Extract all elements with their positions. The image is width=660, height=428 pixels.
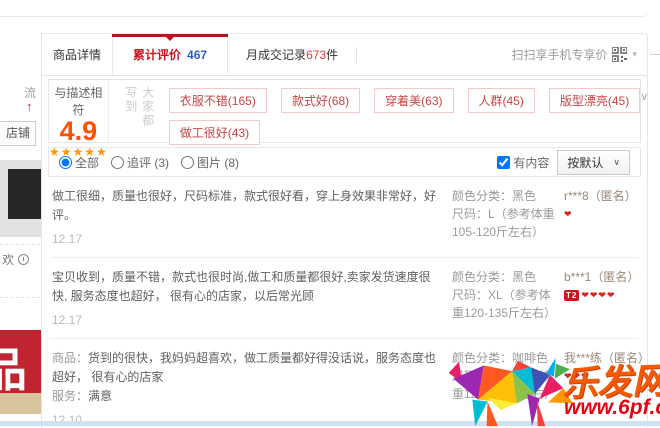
vip-hearts-icon: ❤❤❤❤ [581, 290, 615, 301]
sku-size: 尺码：L（参考体重105-120斤左右） [452, 205, 558, 241]
review-user: 我***练（匿名） ❤❤❤ [564, 349, 637, 428]
filter-radio-label: 图片 (8) [197, 154, 239, 171]
tab-cumulative-reviews[interactable]: 累计评价 467 [112, 34, 228, 75]
vip-hearts-icon: ❤❤❤ [564, 371, 590, 382]
tab-product-detail[interactable]: 商品详情 [42, 34, 112, 75]
tag-cloud: 衣服不错(165) 款式好(68) 穿着美(63) 人群(45) 版型漂亮(45… [169, 80, 640, 142]
sku-color: 颜色分类：黑色 [452, 187, 558, 205]
dashed-line [650, 54, 660, 55]
seal-glyph: 品 [0, 334, 27, 393]
review-date: 12.17 [52, 230, 444, 249]
chevron-down-icon[interactable]: ∨ [640, 80, 648, 142]
qr-promo-label: 扫扫享手机专享价 [511, 46, 607, 63]
promo-banner[interactable]: 品 [0, 330, 41, 393]
tab-bar: 商品详情 累计评价 467 月成交记录 673 件 扫扫享手机专享价 [42, 34, 647, 76]
review-text: 商品：货到的很快，我妈妈超喜欢，做工质量都好得没话说，服务态度也超好， 很有心的… [52, 349, 444, 387]
shop-button[interactable]: 店铺 [0, 121, 36, 146]
tab-label: 累计评价 [133, 46, 181, 63]
review-sku: 颜色分类：咖啡色 尺码：XL（参考体重120-135斤左右） [452, 349, 558, 428]
review-row: 商品：货到的很快，我妈妈超喜欢，做工质量都好得没话说，服务态度也超好， 很有心的… [50, 339, 639, 428]
score-value: 4.9 [49, 118, 108, 145]
review-tag[interactable]: 穿着美(63) [374, 88, 453, 113]
review-text: 宝贝收到，质量不错，款式也很时尚,做工和质量都很好,卖家发货速度很快, 服务态度… [52, 268, 444, 306]
divider [0, 297, 40, 298]
clock-icon [18, 254, 29, 265]
like-label: 欢 [2, 251, 14, 268]
filter-right: 有内容 按默认 ∨ [497, 150, 630, 175]
vip-hearts-icon: ❤ [564, 209, 573, 220]
filter-radio-label: 全部 [75, 154, 99, 171]
rating-summary: 与描述相符 4.9 ★★★★★ 大家都写到 衣服不错(165) 款式好(68) … [48, 79, 641, 143]
thumbnail-image [8, 169, 41, 219]
tab-monthly-sales[interactable]: 月成交记录 673 件 [246, 34, 338, 75]
top-section-divider [0, 0, 648, 17]
has-content-label: 有内容 [513, 154, 549, 171]
qr-code-icon [612, 47, 627, 62]
chevron-down-icon: ∨ [613, 157, 620, 168]
score-caption: 与描述相符 [49, 84, 108, 118]
review-content: 商品：货到的很快，我妈妈超喜欢，做工质量都好得没话说，服务态度也超好， 很有心的… [52, 349, 444, 428]
review-tag[interactable]: 做工很好(43) [169, 120, 260, 145]
review-user: r***8（匿名） ❤ [564, 187, 637, 249]
sku-size: 尺码：XL（参考体重120-135斤左右） [452, 286, 558, 322]
tags-caption: 大家都写到 [123, 86, 157, 136]
review-list: 做工很细，质量也很好，尺码标准，款式很好看，穿上身效果非常好，好评。 12.17… [42, 177, 647, 428]
divider [0, 244, 40, 245]
review-tag[interactable]: 款式好(68) [281, 88, 360, 113]
review-field-label: 服务： [52, 389, 88, 403]
username: 我***练（匿名） [564, 349, 637, 366]
review-row: 宝贝收到，质量不错，款式也很时尚,做工和质量都很好,卖家发货速度很快, 服务态度… [50, 258, 639, 339]
sku-color: 颜色分类：黑色 [452, 268, 558, 286]
filter-radio-pictures[interactable]: 图片 (8) [181, 154, 239, 171]
review-date: 12.17 [52, 311, 444, 330]
sort-label: 按默认 [567, 154, 603, 171]
promo-banner-footer [0, 393, 41, 414]
score-block: 与描述相符 4.9 ★★★★★ [49, 80, 109, 142]
divider [356, 47, 357, 63]
page-bottom-divider [0, 421, 660, 426]
monthly-count: 673 [306, 48, 326, 62]
tab-label: 月成交记录 [246, 46, 306, 63]
username: b***1（匿名） [564, 268, 637, 285]
sku-color: 颜色分类：咖啡色 [452, 349, 558, 367]
review-tag[interactable]: 版型漂亮(45) [549, 88, 640, 113]
review-field-label: 商品： [52, 351, 88, 365]
review-service-line: 服务：满意 [52, 387, 444, 406]
qr-promo[interactable]: 扫扫享手机专享价 ▾ [511, 34, 647, 75]
t2-badge-icon: T2 [564, 290, 579, 301]
has-content-checkbox[interactable]: 有内容 [497, 154, 549, 171]
sort-dropdown[interactable]: 按默认 ∨ [557, 150, 630, 175]
product-thumbnail[interactable] [0, 160, 41, 237]
radio-icon[interactable] [181, 156, 194, 169]
filter-radio-all[interactable]: 全部 [59, 154, 99, 171]
radio-icon[interactable] [111, 156, 124, 169]
filter-radio-label: 追评 (3) [127, 154, 169, 171]
review-sku: 颜色分类：黑色 尺码：L（参考体重105-120斤左右） [452, 187, 558, 249]
checkbox-icon[interactable] [497, 156, 510, 169]
monthly-unit: 件 [326, 46, 338, 63]
review-content: 宝贝收到，质量不错，款式也很时尚,做工和质量都很好,卖家发货速度很快, 服务态度… [52, 268, 444, 330]
review-row: 做工很细，质量也很好，尺码标准，款式很好看，穿上身效果非常好，好评。 12.17… [50, 177, 639, 258]
username: r***8（匿名） [564, 187, 637, 204]
review-text: 做工很细，质量也很好，尺码标准，款式很好看，穿上身效果非常好，好评。 [52, 187, 444, 225]
filter-radio-followup[interactable]: 追评 (3) [111, 154, 169, 171]
review-tag[interactable]: 人群(45) [468, 88, 535, 113]
chevron-down-icon: ▾ [632, 49, 637, 60]
sku-size: 尺码：XL（参考体重120-135斤左右） [452, 367, 558, 403]
filter-bar: 全部 追评 (3) 图片 (8) 有内容 按默认 ∨ [48, 147, 641, 177]
review-tag[interactable]: 衣服不错(165) [169, 88, 267, 113]
rail-like-fragment[interactable]: 欢 [2, 251, 29, 268]
review-content: 做工很细，质量也很好，尺码标准，款式很好看，穿上身效果非常好，好评。 12.17 [52, 187, 444, 249]
review-user: b***1（匿名） T2 ❤❤❤❤ [564, 268, 637, 330]
review-sku: 颜色分类：黑色 尺码：XL（参考体重120-135斤左右） [452, 268, 558, 330]
arrow-up-icon: ↑ [26, 99, 33, 114]
filter-radio-group: 全部 追评 (3) 图片 (8) [59, 154, 239, 171]
review-panel: 商品详情 累计评价 467 月成交记录 673 件 扫扫享手机专享价 [41, 33, 648, 428]
review-count: 467 [187, 48, 207, 62]
radio-icon[interactable] [59, 156, 72, 169]
